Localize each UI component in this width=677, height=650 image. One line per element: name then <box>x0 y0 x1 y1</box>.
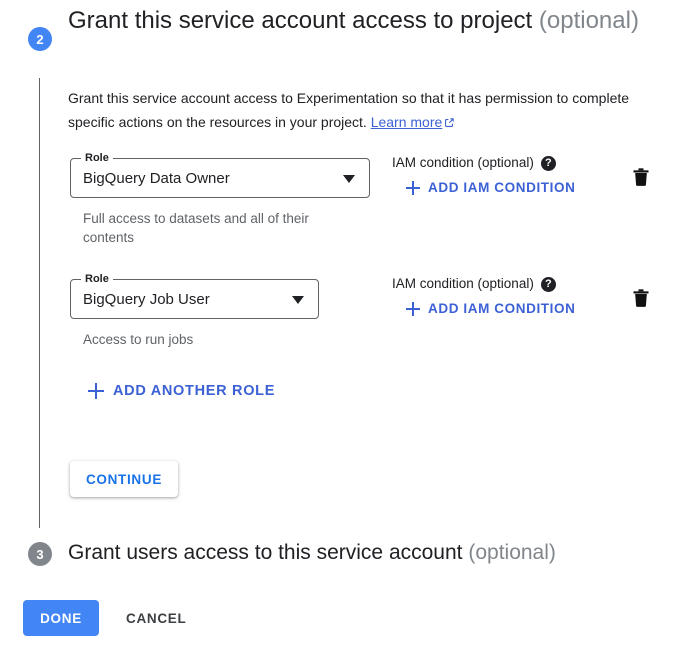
trash-icon <box>633 289 649 307</box>
delete-role-button-2[interactable] <box>631 287 651 309</box>
iam-condition-label-row-2: IAM condition (optional) ? <box>392 275 575 293</box>
step-3-badge: 3 <box>28 542 52 566</box>
iam-condition-group-2: IAM condition (optional) ? ADD IAM CONDI… <box>392 275 575 316</box>
iam-condition-label-row-1: IAM condition (optional) ? <box>392 154 575 172</box>
learn-more-link[interactable]: Learn more <box>371 114 456 130</box>
iam-condition-label-1: IAM condition (optional) <box>392 155 534 170</box>
step-3-title-text: Grant users access to this service accou… <box>68 541 463 564</box>
cancel-button[interactable]: CANCEL <box>112 600 200 636</box>
plus-icon <box>406 180 420 195</box>
role-help-text-2: Access to run jobs <box>83 332 194 347</box>
learn-more-label: Learn more <box>370 114 443 130</box>
role-select-2-value: BigQuery Job User <box>83 291 210 308</box>
chevron-down-icon <box>292 296 304 304</box>
step-2-title: Grant this service account access to pro… <box>68 4 668 38</box>
step-3-title: Grant users access to this service accou… <box>68 538 556 568</box>
add-iam-condition-button-2[interactable]: ADD IAM CONDITION <box>406 301 575 316</box>
step-2-badge: 2 <box>28 27 52 51</box>
step-connector-line <box>39 78 40 528</box>
iam-condition-label-2: IAM condition (optional) <box>392 276 534 291</box>
help-circle-icon[interactable]: ? <box>540 276 556 292</box>
role-select-1-value: BigQuery Data Owner <box>83 170 230 187</box>
add-iam-condition-label-2: ADD IAM CONDITION <box>428 301 576 316</box>
add-iam-condition-button-1[interactable]: ADD IAM CONDITION <box>406 180 575 195</box>
add-another-role-button[interactable]: ADD ANOTHER ROLE <box>88 383 275 399</box>
step-2-title-text: Grant this service account access to pro… <box>68 7 533 34</box>
role-help-text-1: Full access to datasets and all of their… <box>83 211 309 245</box>
role-select-1[interactable]: Role BigQuery Data Owner <box>70 151 370 198</box>
add-another-role-label: ADD ANOTHER ROLE <box>113 383 276 399</box>
chevron-down-icon <box>343 175 355 183</box>
step-2-description-text: Grant this service account access to Exp… <box>68 90 630 130</box>
help-circle-icon[interactable]: ? <box>540 155 556 171</box>
open-in-new-icon <box>444 117 455 128</box>
iam-condition-group-1: IAM condition (optional) ? ADD IAM CONDI… <box>392 154 575 195</box>
role-select-2[interactable]: Role BigQuery Job User <box>70 272 319 319</box>
continue-button[interactable]: CONTINUE <box>70 461 178 497</box>
step-3-optional-label: (optional) <box>468 541 556 564</box>
step-2-optional-label: (optional) <box>538 7 639 34</box>
step-2-description: Grant this service account access to Exp… <box>68 86 660 134</box>
trash-icon <box>633 168 649 186</box>
done-button[interactable]: DONE <box>23 600 99 636</box>
plus-icon <box>406 301 420 316</box>
plus-icon <box>88 383 104 399</box>
add-iam-condition-label-1: ADD IAM CONDITION <box>428 180 576 195</box>
delete-role-button-1[interactable] <box>631 166 651 188</box>
